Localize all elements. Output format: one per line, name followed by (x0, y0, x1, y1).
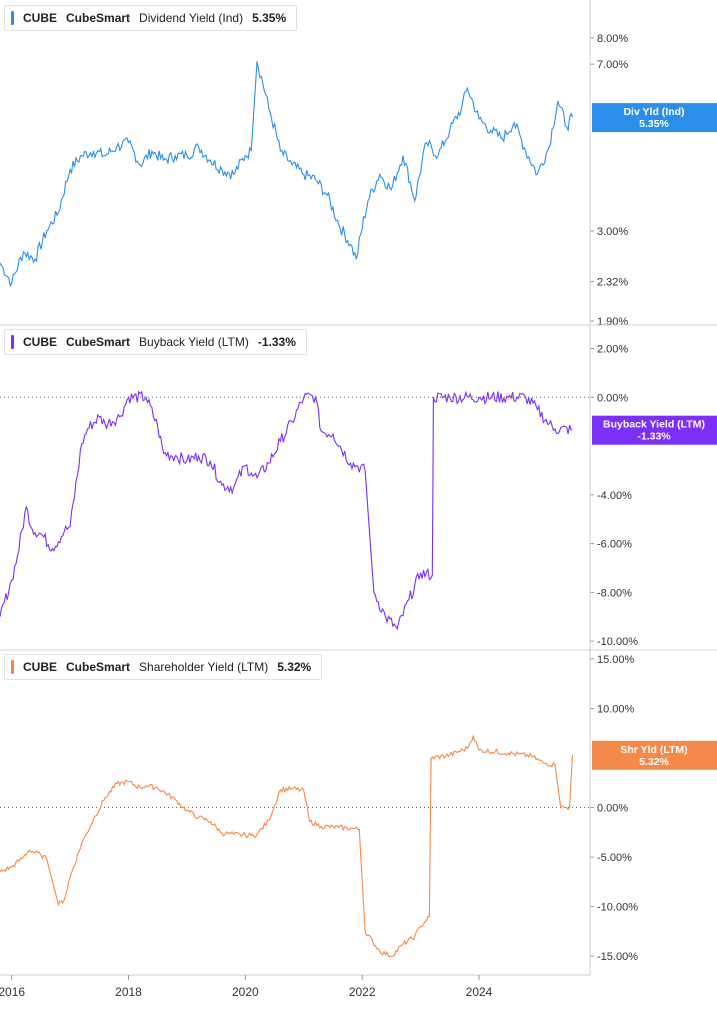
x-tick-label: 2024 (466, 985, 493, 999)
y-tick-label: -10.00% (597, 636, 638, 648)
y-tick-label: 10.00% (597, 703, 635, 715)
legend-ticker: CUBE (23, 335, 58, 349)
value-badge-value: 5.35% (639, 118, 669, 130)
legend-metric: Dividend Yield (Ind) (139, 11, 244, 25)
y-tick-label: 7.00% (597, 59, 628, 71)
x-tick-label: 2022 (349, 985, 376, 999)
y-tick-label: 2.00% (597, 344, 628, 356)
value-badge-value: -1.33% (637, 431, 671, 443)
legend-buyback-yield: CUBE CubeSmart Buyback Yield (LTM) -1.33… (4, 329, 307, 355)
legend-value: 5.35% (252, 11, 287, 25)
panel-0: 8.00% 7.00% 3.00% 2.32% 1.90% Div Yld (Ind)5.… (0, 33, 717, 328)
y-tick-label: -8.00% (597, 587, 632, 599)
legend-color-swatch (11, 335, 14, 349)
y-tick-label: 0.00% (597, 392, 628, 404)
legend-color-swatch (11, 660, 14, 674)
legend-metric: Buyback Yield (LTM) (139, 335, 249, 349)
legend-company: CubeSmart (66, 11, 131, 25)
y-tick-label: -5.00% (597, 852, 632, 864)
legend-dividend-yield: CUBE CubeSmart Dividend Yield (Ind) 5.35… (4, 5, 298, 31)
y-tick-label: 2.32% (597, 277, 628, 289)
legend-metric: Shareholder Yield (LTM) (139, 660, 269, 674)
legend-ticker: CUBE (23, 11, 58, 25)
y-tick-label: 3.00% (597, 226, 628, 238)
chart-root: 8.00% 7.00% 3.00% 2.32% 1.90% Div Yld (Ind) 5.… (0, 0, 717, 1005)
y-tick-label: 15.00% (597, 654, 635, 666)
x-tick-label: 2016 (0, 985, 25, 999)
series-line (0, 61, 574, 288)
value-badge-label: Buyback Yield (LTM) (603, 419, 705, 431)
legend-shareholder-yield: CUBE CubeSmart Shareholder Yield (LTM) 5… (4, 654, 323, 680)
panel-2: 15.00% 10.00% 0.00% -5.00% -10.00% -15.00% Shr… (0, 649, 717, 963)
y-tick-label: 8.00% (597, 33, 628, 45)
value-badge-label: Shr Yld (LTM) (620, 744, 687, 756)
chart-svg: 8.00%7.00%3.00%2.32%1.90%Div Yld (Ind)5.… (0, 0, 717, 999)
panel-1: 2.00% 0.00% -4.00% -6.00% -8.00% -10.00% Buyba… (0, 324, 717, 648)
y-tick-label: -10.00% (597, 902, 638, 914)
legend-company: CubeSmart (66, 335, 131, 349)
series-line (0, 734, 574, 958)
y-tick-label: -15.00% (597, 951, 638, 963)
legend-value: -1.33% (257, 335, 296, 349)
legend-company: CubeSmart (66, 660, 131, 674)
series-line (0, 390, 573, 631)
legend-ticker: CUBE (23, 660, 58, 674)
y-tick-label: 0.00% (597, 803, 628, 815)
legend-value: 5.32% (277, 660, 312, 674)
y-tick-label: 1.90% (597, 316, 628, 328)
x-tick-label: 2020 (232, 985, 259, 999)
x-tick-label: 2018 (115, 985, 142, 999)
y-tick-label: -4.00% (597, 490, 632, 502)
value-badge-label: Div Yld (Ind) (623, 106, 684, 118)
legend-color-swatch (11, 11, 14, 25)
y-tick-label: -6.00% (597, 539, 632, 551)
value-badge-value: 5.32% (639, 756, 669, 768)
